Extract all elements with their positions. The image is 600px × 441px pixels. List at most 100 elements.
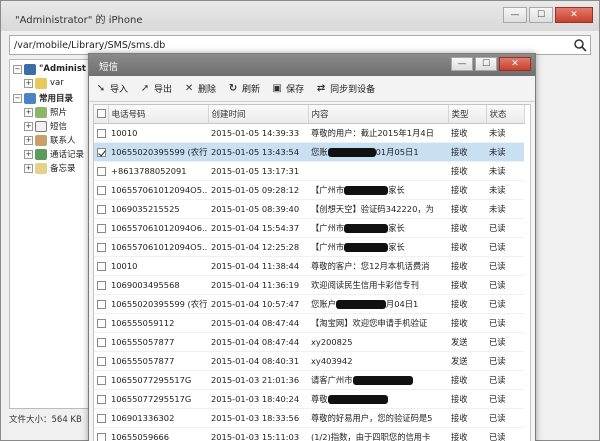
expand-icon[interactable]: + [24, 121, 33, 131]
table-row[interactable]: 10010 2015-01-05 14:39:33 尊敬的用户：截止2015年1月4… [94, 123, 524, 143]
row-checkbox-cell[interactable] [94, 351, 108, 371]
tree-node-var[interactable]: + var [24, 76, 64, 90]
row-checkbox-cell[interactable] [94, 142, 108, 162]
row-checkbox-cell[interactable] [94, 161, 108, 181]
table-row[interactable]: 106555057877 2015-01-04 08:47:44 xy200825 发… [94, 332, 524, 352]
table-row[interactable]: 10655020395599 (农行) 2015-01-04 10:57:47 您账… [94, 294, 524, 314]
expand-icon[interactable]: + [24, 78, 33, 88]
search-icon[interactable] [573, 38, 587, 52]
row-checkbox-cell[interactable] [94, 123, 108, 143]
dialog-minimize-button[interactable]: — [451, 57, 473, 71]
row-checkbox[interactable] [97, 394, 106, 404]
row-checkbox-cell[interactable] [94, 332, 108, 352]
row-checkbox-cell[interactable] [94, 218, 108, 238]
row-checkbox-cell[interactable] [94, 408, 108, 428]
row-checkbox[interactable] [97, 223, 106, 233]
table-row[interactable]: 1069003495568 2015-01-04 11:36:19 欢迎阅读民生信用… [94, 275, 524, 295]
cell-time: 2015-01-03 21:01:36 [208, 370, 308, 390]
table-row[interactable]: 106555059112 2015-01-04 08:47:44 【淘宝网】欢迎您申… [94, 313, 524, 333]
row-checkbox-cell[interactable] [94, 389, 108, 409]
table-row[interactable]: 1069035215525 2015-01-05 08:39:40 【创想天空】验证… [94, 199, 524, 219]
row-checkbox[interactable] [97, 166, 106, 176]
table-row[interactable]: 106901336302 2015-01-03 18:33:56 尊敬的好易用户，您… [94, 408, 524, 428]
row-checkbox[interactable] [97, 356, 106, 366]
row-checkbox-cell[interactable] [94, 427, 108, 441]
cell-type: 接收 [448, 408, 486, 428]
folder-icon [35, 77, 47, 89]
tree-item-calls[interactable]: + 通话记录 [24, 147, 84, 161]
delete-button[interactable]: ✕ 删除 [183, 82, 216, 95]
row-checkbox[interactable] [97, 318, 106, 328]
cell-type: 接收 [448, 142, 486, 162]
row-checkbox-cell[interactable] [94, 199, 108, 219]
tree-item-notes[interactable]: + 备忘录 [24, 161, 76, 175]
row-checkbox-cell[interactable] [94, 275, 108, 295]
column-header-time[interactable]: 创建时间 [208, 105, 309, 124]
collapse-icon[interactable]: − [13, 93, 22, 103]
row-checkbox[interactable] [97, 280, 106, 290]
table-row[interactable]: 106557061012094O6... 2015-01-04 15:54:37 【… [94, 218, 524, 238]
cell-content: xy200825 [308, 332, 448, 352]
refresh-button-label: 刷新 [242, 85, 261, 95]
import-button[interactable]: ➘ 导入 [95, 82, 128, 95]
cell-content-text: 您账户 [311, 298, 336, 309]
row-checkbox[interactable] [97, 261, 106, 271]
tree-item-contacts[interactable]: + 联系人 [24, 133, 76, 147]
row-checkbox-cell[interactable] [94, 180, 108, 200]
row-checkbox[interactable] [97, 128, 106, 138]
minimize-button[interactable]: — [503, 7, 527, 23]
row-checkbox-cell[interactable] [94, 237, 108, 257]
column-header-phone[interactable]: 电话号码 [108, 105, 209, 124]
cell-content-text: 请客广州市 [311, 374, 353, 385]
path-input[interactable] [10, 36, 560, 54]
import-icon: ➘ [96, 83, 106, 94]
row-checkbox[interactable] [97, 204, 106, 214]
row-checkbox-cell[interactable] [94, 313, 108, 333]
expand-icon[interactable]: + [24, 107, 33, 117]
dialog-close-button[interactable]: ✕ [499, 57, 531, 71]
row-checkbox[interactable] [97, 337, 106, 347]
row-checkbox[interactable] [97, 375, 106, 385]
select-all-header[interactable] [94, 105, 109, 124]
export-button[interactable]: ➚ 导出 [139, 82, 172, 95]
dialog-maximize-button[interactable]: ☐ [475, 57, 497, 71]
row-checkbox[interactable] [97, 413, 106, 423]
table-row[interactable]: 106557061012094O5... 2015-01-04 12:25:28 【… [94, 237, 524, 257]
row-checkbox-cell[interactable] [94, 256, 108, 276]
table-row[interactable]: 10655020395599 (农行) 2015-01-05 13:43:54 您账… [94, 142, 524, 162]
maximize-button[interactable]: ☐ [529, 7, 553, 23]
close-button[interactable]: ✕ [555, 7, 593, 23]
column-header-content[interactable]: 内容 [308, 105, 449, 124]
row-checkbox[interactable] [97, 147, 106, 157]
expand-icon[interactable]: + [24, 163, 33, 173]
tree-node-device[interactable]: − "Administ [13, 62, 86, 76]
expand-icon[interactable]: + [24, 149, 33, 159]
table-row[interactable]: 10655077295517G 2015-01-03 21:01:36 请客广州市 接… [94, 370, 524, 390]
table-row[interactable]: 10010 2015-01-04 11:38:44 尊敬的客户：您12月本机话费消 接… [94, 256, 524, 276]
table-row[interactable]: 106555057877 2015-01-04 08:40:31 xy403942 发… [94, 351, 524, 371]
cell-time: 2015-01-04 08:47:44 [208, 313, 308, 333]
row-checkbox[interactable] [97, 185, 106, 195]
tree-item-sms[interactable]: + 短信 [24, 119, 67, 133]
column-header-type[interactable]: 类型 [448, 105, 487, 124]
row-checkbox[interactable] [97, 299, 106, 309]
column-header-status[interactable]: 状态 [486, 105, 525, 124]
export-icon: ➚ [140, 83, 150, 94]
sync-to-device-button[interactable]: ⇄ 同步到设备 [315, 82, 375, 95]
table-row[interactable]: 10655059666 2015-01-03 15:11:03 (1/2)指数，由于… [94, 427, 524, 441]
select-all-checkbox[interactable] [97, 108, 106, 118]
row-checkbox[interactable] [97, 242, 106, 252]
table-row[interactable]: 106557061012094O5... 2015-01-05 09:28:12 【… [94, 180, 524, 200]
row-checkbox-cell[interactable] [94, 370, 108, 390]
tree-item-photos[interactable]: + 照片 [24, 105, 67, 119]
tree-node-common[interactable]: − 常用目录 [13, 91, 73, 105]
refresh-button[interactable]: ↻ 刷新 [227, 82, 260, 95]
expand-icon[interactable]: + [24, 135, 33, 145]
table-row[interactable]: +8613788052091 2015-01-05 13:17:31 接收 未读 [94, 161, 524, 181]
collapse-icon[interactable]: − [13, 64, 22, 74]
row-checkbox[interactable] [97, 432, 106, 441]
table-row[interactable]: 10655077295517G 2015-01-03 18:40:24 尊敬 接收 已读 [94, 389, 524, 409]
save-button[interactable]: ▣ 保存 [271, 82, 304, 95]
common-folder-icon [24, 92, 36, 104]
row-checkbox-cell[interactable] [94, 294, 108, 314]
